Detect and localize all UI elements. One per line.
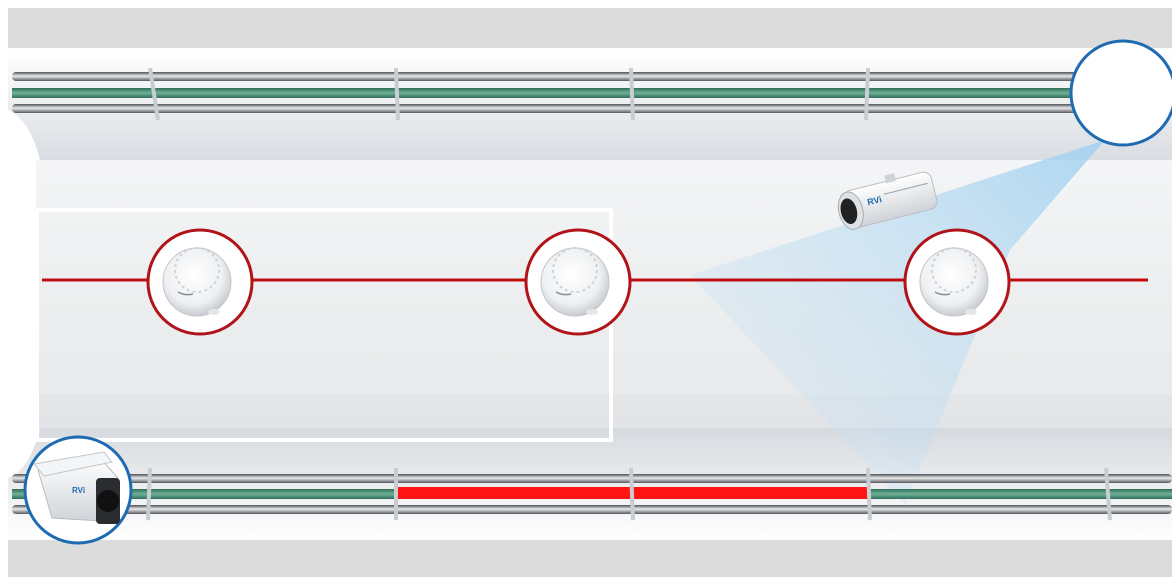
wall-lower bbox=[8, 428, 1172, 540]
floor-bottom bbox=[8, 540, 1172, 577]
camera-ring-bottom-left: RVi bbox=[23, 435, 133, 545]
smoke-detector-icon bbox=[919, 247, 989, 317]
smoke-detector-icon bbox=[540, 247, 610, 317]
camera-ring-top-right bbox=[1069, 39, 1172, 147]
tunnel-diagram: RVi RVi bbox=[0, 0, 1172, 577]
smoke-detector-3 bbox=[903, 228, 1011, 336]
camera-brand-bottom: RVi bbox=[72, 486, 85, 495]
smoke-detector-2 bbox=[524, 228, 632, 336]
pipe-rack-bottom bbox=[12, 467, 1172, 521]
floor-top bbox=[8, 8, 1172, 48]
smoke-detector-icon bbox=[162, 247, 232, 317]
smoke-detector-1 bbox=[146, 228, 254, 336]
pipe-rack-top bbox=[12, 67, 1172, 121]
